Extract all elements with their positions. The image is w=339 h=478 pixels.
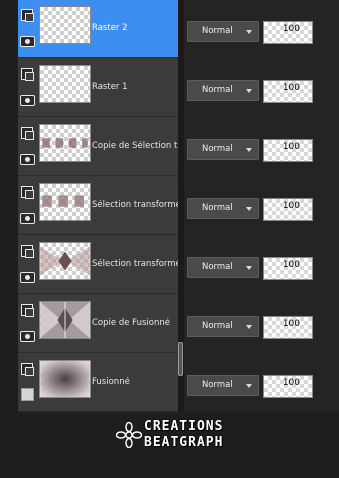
thumbnail-art <box>42 195 84 207</box>
thumbnail-art <box>42 138 88 148</box>
chevron-down-icon <box>246 384 252 388</box>
eye-icon[interactable] <box>20 331 35 342</box>
opacity-field[interactable]: 100 <box>263 80 313 103</box>
layer-thumbnail <box>39 124 91 162</box>
blend-mode-dropdown[interactable]: Normal <box>187 257 259 278</box>
link-icon[interactable] <box>21 304 34 317</box>
blend-mode-dropdown[interactable]: Normal <box>187 21 259 42</box>
layer-props-row: Normal 100 <box>184 0 339 58</box>
blend-mode-dropdown[interactable]: Normal <box>187 316 259 337</box>
layer-thumbnail <box>39 65 91 103</box>
opacity-value: 100 <box>282 201 300 211</box>
link-icon[interactable] <box>21 9 34 22</box>
layer-row-raster-1[interactable]: Raster 1 <box>18 59 178 117</box>
layer-thumbnail <box>39 6 91 44</box>
thumbnail-art <box>40 361 90 397</box>
layer-row-copie-fusionne[interactable]: Copie de Fusionné <box>18 295 178 353</box>
chevron-down-icon <box>246 266 252 270</box>
watermark-line2: BEATGRAPH <box>144 435 224 450</box>
chevron-down-icon <box>246 325 252 329</box>
layer-props-row: Normal 100 <box>184 59 339 117</box>
blend-mode-value: Normal <box>202 262 233 272</box>
layer-row-selection-transformee-1[interactable]: Sélection transformée <box>18 177 178 235</box>
chevron-down-icon <box>246 207 252 211</box>
opacity-field[interactable]: 100 <box>263 139 313 162</box>
opacity-field[interactable]: 100 <box>263 316 313 339</box>
layer-name: Raster 1 <box>92 82 128 92</box>
layer-row-fusionne[interactable]: Fusionné <box>18 354 178 412</box>
opacity-field[interactable]: 100 <box>263 257 313 280</box>
blend-mode-dropdown[interactable]: Normal <box>187 375 259 396</box>
opacity-field[interactable]: 100 <box>263 198 313 221</box>
layer-thumbnail <box>39 242 91 280</box>
layer-thumbnail <box>39 183 91 221</box>
blend-mode-value: Normal <box>202 26 233 36</box>
watermark-logo: CREATIONS BEATGRAPH <box>110 418 250 458</box>
thumbnail-art <box>40 302 90 338</box>
link-icon[interactable] <box>21 68 34 81</box>
opacity-value: 100 <box>282 83 300 93</box>
splitter-grip[interactable] <box>178 342 183 376</box>
eye-icon[interactable] <box>20 272 35 283</box>
layer-props-row: Normal 100 <box>184 295 339 353</box>
thumbnail-art <box>40 246 90 276</box>
layer-props-row: Normal 100 <box>184 118 339 176</box>
eye-icon[interactable] <box>20 95 35 106</box>
layer-props-row: Normal 100 <box>184 236 339 294</box>
layer-name: Copie de Fusionné <box>92 318 170 328</box>
opacity-value: 100 <box>282 142 300 152</box>
blend-mode-value: Normal <box>202 85 233 95</box>
chevron-down-icon <box>246 89 252 93</box>
layer-name: Sélection transformée <box>92 200 178 210</box>
layer-props-row: Normal 100 <box>184 354 339 412</box>
blend-mode-value: Normal <box>202 380 233 390</box>
flower-icon <box>116 422 142 448</box>
eye-icon[interactable] <box>20 36 35 47</box>
layer-name: Copie de Sélection tra <box>92 141 178 151</box>
opacity-value: 100 <box>282 378 300 388</box>
opacity-value: 100 <box>282 319 300 329</box>
chevron-down-icon <box>246 30 252 34</box>
link-icon[interactable] <box>21 245 34 258</box>
opacity-value: 100 <box>282 24 300 34</box>
watermark-line1: CREATIONS <box>144 419 224 434</box>
layer-row-copie-selection[interactable]: Copie de Sélection tra <box>18 118 178 176</box>
chevron-down-icon <box>246 148 252 152</box>
link-icon[interactable] <box>21 186 34 199</box>
blend-mode-value: Normal <box>202 203 233 213</box>
layer-name: Sélection transformée <box>92 259 178 269</box>
blend-mode-dropdown[interactable]: Normal <box>187 80 259 101</box>
layer-row-raster-2[interactable]: Raster 2 <box>18 0 178 58</box>
opacity-field[interactable]: 100 <box>263 21 313 44</box>
layer-properties: Normal 100 Normal 100 Normal 100 Normal … <box>184 0 339 412</box>
link-icon[interactable] <box>21 127 34 140</box>
layer-name: Raster 2 <box>92 23 128 33</box>
layer-row-selection-transformee-2[interactable]: Sélection transformée <box>18 236 178 294</box>
layer-thumbnail <box>39 360 91 398</box>
blend-mode-value: Normal <box>202 321 233 331</box>
link-icon[interactable] <box>21 363 34 376</box>
layer-thumbnail <box>39 301 91 339</box>
layer-list: Raster 2 Raster 1 Copie de Sélection tra <box>18 0 178 412</box>
mask-icon[interactable] <box>21 388 34 401</box>
layer-name: Fusionné <box>92 377 130 387</box>
blend-mode-dropdown[interactable]: Normal <box>187 139 259 160</box>
blend-mode-dropdown[interactable]: Normal <box>187 198 259 219</box>
opacity-field[interactable]: 100 <box>263 375 313 398</box>
eye-icon[interactable] <box>20 154 35 165</box>
layer-props-row: Normal 100 <box>184 177 339 235</box>
blend-mode-value: Normal <box>202 144 233 154</box>
layers-panel: Raster 2 Raster 1 Copie de Sélection tra <box>0 0 339 478</box>
opacity-value: 100 <box>282 260 300 270</box>
eye-icon[interactable] <box>20 213 35 224</box>
